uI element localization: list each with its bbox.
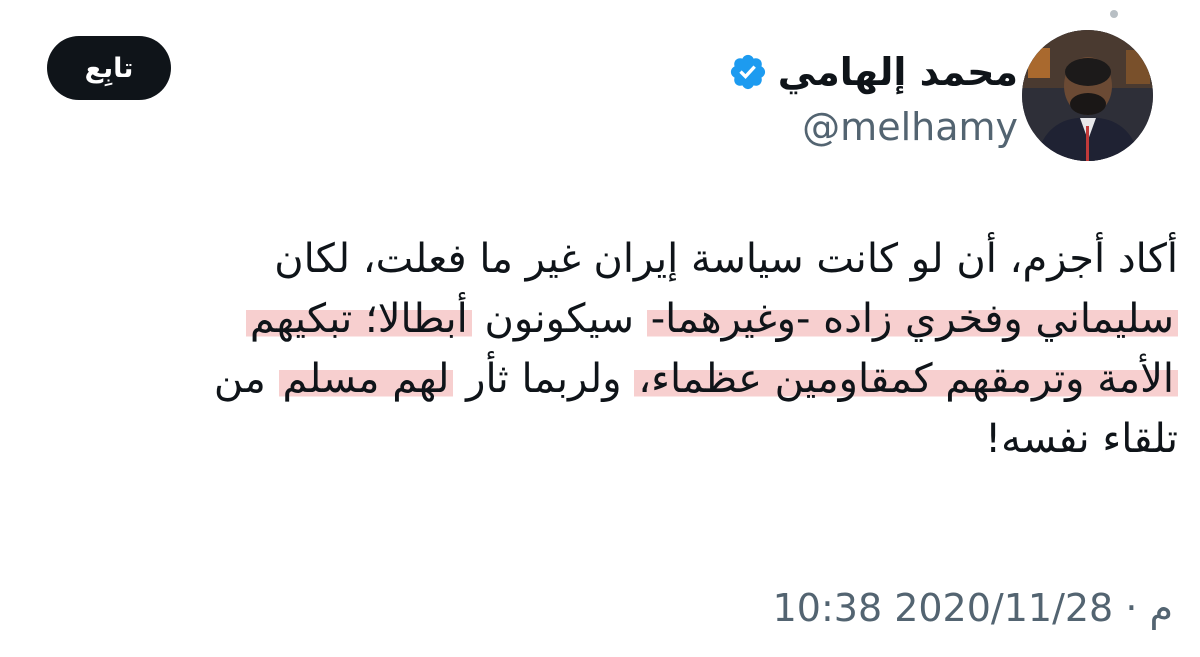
tweet-timestamp[interactable]: 10:38 م · 2020/11/28 <box>773 580 1173 636</box>
follow-button[interactable]: تابِع <box>47 36 171 100</box>
tweet-line: الأمة وترمقهم كمقاومين عظماء، ولربما ثأر… <box>78 349 1178 409</box>
highlighted-text: الأمة وترمقهم كمقاومين عظماء، <box>634 356 1178 402</box>
author-display-name[interactable]: محمد إلهامي <box>778 44 1018 100</box>
highlighted-text: سليماني وفخري زاده -وغيرهما- <box>646 296 1178 342</box>
tweet-line: أكاد أجزم، أن لو كانت سياسة إيران غير ما… <box>274 236 1178 282</box>
author-handle[interactable]: @melhamy <box>802 102 1018 152</box>
avatar[interactable] <box>1022 30 1153 161</box>
tweet-line: سليماني وفخري زاده -وغيرهما- سيكونون أبط… <box>78 289 1178 349</box>
author-name-row: محمد إلهامي <box>728 44 1018 100</box>
avatar-photo-icon <box>1022 30 1153 161</box>
tweet-text: أكاد أجزم، أن لو كانت سياسة إيران غير ما… <box>78 229 1178 469</box>
tweet-line: تلقاء نفسه! <box>985 416 1178 462</box>
tweet-card: محمد إلهامي @melhamy تابِع أكاد أجزم، أن… <box>0 0 1200 657</box>
highlighted-text: أبطالا؛ تبكيهم <box>245 296 472 342</box>
tweet-text-segment: من <box>213 356 279 402</box>
tweet-text-segment: سيكونون <box>471 296 647 342</box>
verified-badge-icon[interactable] <box>728 52 768 92</box>
menu-dot-icon <box>1110 10 1118 18</box>
highlighted-text: لهم مسلم <box>278 356 454 402</box>
tweet-text-segment: ولربما ثأر <box>453 356 635 402</box>
